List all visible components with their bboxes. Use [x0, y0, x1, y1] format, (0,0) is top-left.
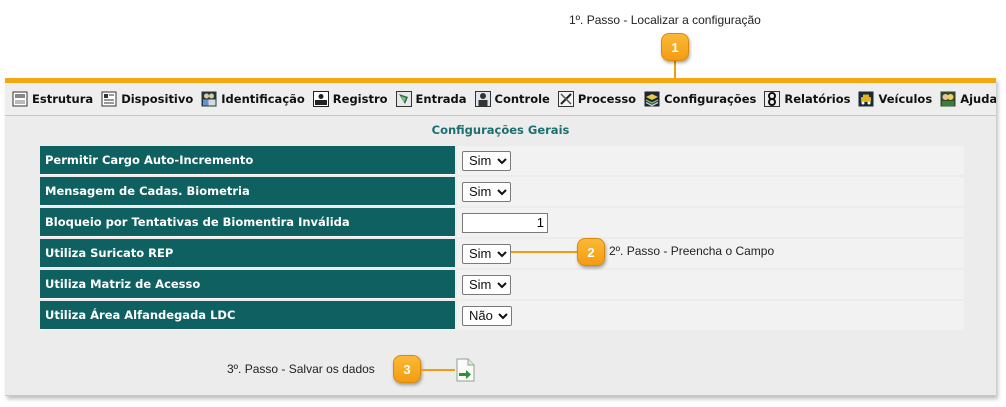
step2-annotation-text: 2º. Passo - Preencha o Campo	[609, 244, 775, 258]
menu-item-configuracoes[interactable]: Configurações	[644, 91, 756, 107]
bloqueio-tentativas-input[interactable]	[462, 212, 548, 233]
reports-icon	[764, 91, 781, 107]
vehicle-icon	[858, 91, 874, 107]
step1-connector-line	[674, 58, 676, 80]
field-label: Permitir Cargo Auto-Incremento	[40, 146, 455, 175]
menu-item-label: Processo	[577, 92, 637, 106]
application-window: Estrutura Dispositivo Identificação Regi…	[5, 78, 996, 396]
field-cell: Sim	[457, 146, 964, 175]
menu-item-label: Estrutura	[32, 92, 94, 106]
step3-annotation-text: 3º. Passo - Salvar os dados	[227, 362, 375, 376]
area-alfandegada-select[interactable]: Não	[462, 305, 512, 326]
menu-item-label: Configurações	[664, 92, 757, 106]
field-cell: Não	[457, 301, 964, 330]
save-button[interactable]	[454, 358, 476, 382]
field-label: Bloqueio por Tentativas de Biomentira In…	[40, 208, 455, 237]
matriz-acesso-select[interactable]: Sim	[462, 274, 511, 295]
suricato-rep-select[interactable]: Sim	[462, 243, 511, 264]
menu-item-label: Identificação	[221, 92, 305, 106]
step1-badge: 1	[661, 33, 689, 61]
settings-form: Permitir Cargo Auto-Incremento Sim Mensa…	[40, 146, 964, 332]
field-cell	[457, 208, 964, 237]
grid-icon	[12, 91, 28, 107]
section-title: Configurações Gerais	[431, 123, 570, 137]
field-cell: Sim	[457, 270, 964, 299]
menu-item-estrutura[interactable]: Estrutura	[12, 91, 93, 107]
menu-item-registro[interactable]: Registro	[312, 91, 388, 107]
mensagem-biometria-select[interactable]: Sim	[462, 181, 511, 202]
step2-badge: 2	[577, 238, 605, 266]
form-row-mensagem-biometria: Mensagem de Cadas. Biometria Sim	[40, 177, 964, 206]
menu-item-processo[interactable]: Processo	[557, 91, 637, 107]
step1-annotation-text: 1º. Passo - Localizar a configuração	[569, 13, 761, 27]
menu-item-label: Registro	[332, 92, 388, 106]
entry-icon	[395, 91, 412, 107]
device-list-icon	[101, 91, 117, 107]
menu-item-identificacao[interactable]: Identificação	[201, 91, 305, 107]
step3-connector-line	[421, 369, 455, 371]
menu-item-entrada[interactable]: Entrada	[395, 91, 467, 107]
menu-item-label: Entrada	[415, 92, 467, 106]
save-document-icon	[456, 358, 475, 382]
menu-item-controle[interactable]: Controle	[474, 91, 550, 107]
tools-icon	[557, 91, 574, 107]
menu-item-ajuda[interactable]: Ajuda	[940, 91, 996, 107]
field-label: Utiliza Área Alfandegada LDC	[40, 301, 455, 330]
layers-config-icon	[644, 91, 660, 107]
field-label: Mensagem de Cadas. Biometria	[40, 177, 455, 206]
menu-item-label: Dispositivo	[121, 92, 194, 106]
form-row-cargo-auto-incremento: Permitir Cargo Auto-Incremento Sim	[40, 146, 964, 175]
form-row-matriz-acesso: Utiliza Matriz de Acesso Sim	[40, 270, 964, 299]
menu-item-veiculos[interactable]: Veículos	[858, 91, 932, 107]
menu-item-dispositivo[interactable]: Dispositivo	[101, 91, 193, 107]
register-icon	[312, 91, 329, 107]
menu-item-label: Ajuda	[960, 92, 996, 106]
menu-item-label: Veículos	[878, 92, 933, 106]
person-control-icon	[474, 91, 491, 107]
menu-item-label: Controle	[494, 92, 550, 106]
main-menu-bar: Estrutura Dispositivo Identificação Regi…	[5, 83, 996, 116]
field-label: Utiliza Matriz de Acesso	[40, 270, 455, 299]
step2-connector-line	[511, 251, 579, 253]
people-id-icon	[201, 91, 217, 107]
form-row-area-alfandegada: Utiliza Área Alfandegada LDC Não	[40, 301, 964, 330]
menu-item-label: Relatórios	[784, 92, 851, 106]
form-row-suricato-rep: Utiliza Suricato REP Sim	[40, 239, 964, 268]
field-label: Utiliza Suricato REP	[40, 239, 455, 268]
cargo-auto-incremento-select[interactable]: Sim	[462, 150, 511, 171]
step3-badge: 3	[393, 355, 421, 383]
field-cell: Sim	[457, 177, 964, 206]
form-row-bloqueio-tentativas: Bloqueio por Tentativas de Biomentira In…	[40, 208, 964, 237]
help-icon	[940, 91, 956, 107]
menu-item-relatorios[interactable]: Relatórios	[764, 91, 850, 107]
